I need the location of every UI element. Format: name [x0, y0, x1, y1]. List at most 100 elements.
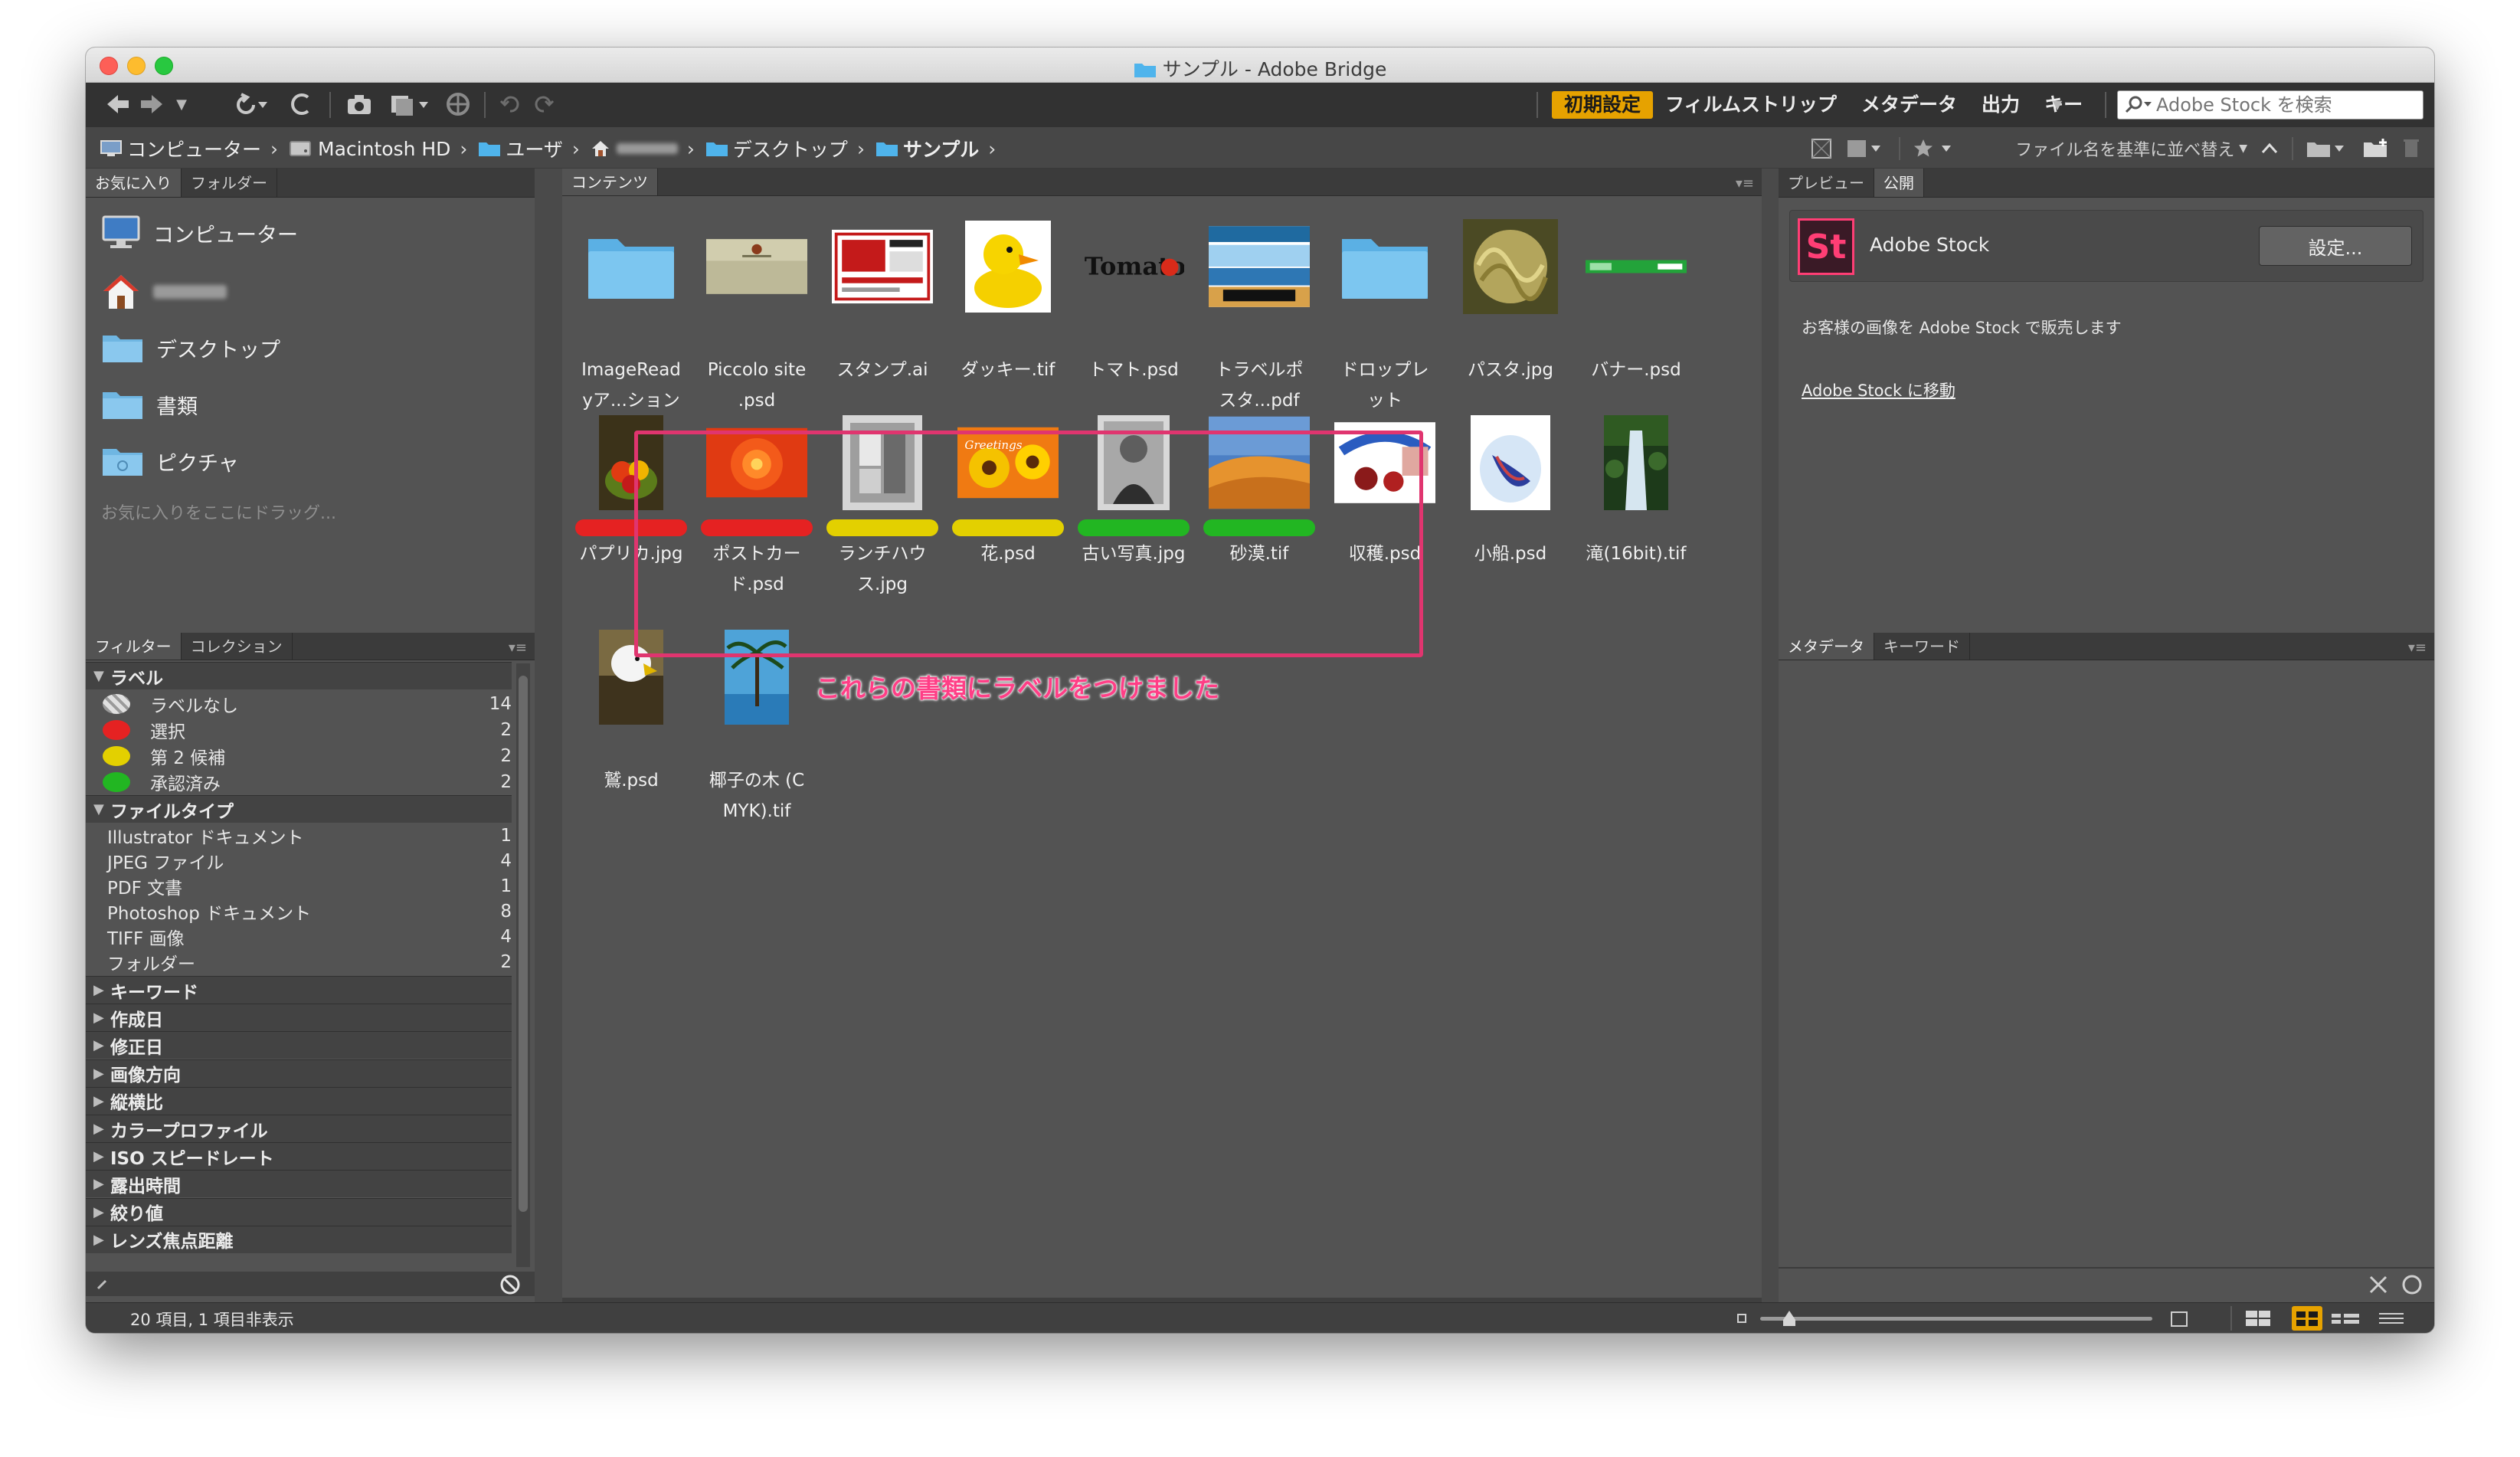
thumbnail-item[interactable]: ダッキー.tif — [945, 216, 1071, 408]
tab-favorites[interactable]: お気に入り — [86, 169, 182, 197]
open-recent-folder-icon[interactable] — [2306, 137, 2350, 160]
workspace-metadata[interactable]: メタデータ — [1849, 91, 1969, 119]
filter-group-collapsed[interactable]: ▶ 露出時間 — [86, 1170, 512, 1198]
thumbnail-item[interactable]: 滝(16bit).tif — [1573, 412, 1699, 604]
trash-icon[interactable] — [2402, 137, 2420, 160]
tab-content[interactable]: コンテンツ — [562, 169, 658, 195]
clear-filter-icon[interactable] — [499, 1274, 521, 1295]
rotate-icon[interactable] — [286, 90, 317, 118]
thumbnail-quality-icon[interactable] — [1845, 137, 1887, 160]
view-as-thumbnails-icon[interactable] — [2243, 1308, 2273, 1329]
favorite-pictures[interactable]: ピクチャ — [101, 444, 239, 478]
left-splitter[interactable] — [535, 169, 562, 1302]
view-as-list-icon[interactable] — [2329, 1308, 2362, 1329]
thumbnail-size-slider[interactable] — [1760, 1311, 2152, 1326]
filetype-filter-row[interactable]: JPEG ファイル 4 — [86, 848, 512, 874]
filter-group-collapsed[interactable]: ▶ レンズ焦点距離 — [86, 1225, 512, 1253]
close-icon[interactable] — [2367, 1273, 2390, 1296]
filter-group-collapsed[interactable]: ▶ ISO スピードレート — [86, 1142, 512, 1171]
tab-folders[interactable]: フォルダー — [182, 169, 277, 197]
panel-menu-icon[interactable]: ▾≡ — [1736, 175, 1754, 192]
filter-group-collapsed[interactable]: ▶ カラープロファイル — [86, 1115, 512, 1142]
filetype-filter-row[interactable]: PDF 文書 1 — [86, 873, 512, 899]
star-filter-icon[interactable] — [1913, 137, 1957, 160]
sort-chevron-icon[interactable]: ▼ — [2239, 142, 2247, 155]
right-splitter[interactable] — [1762, 169, 1779, 1302]
adobe-stock-link[interactable]: Adobe Stock に移動 — [1802, 378, 1955, 401]
tab-preview[interactable]: プレビュー — [1779, 169, 1874, 197]
recent-folders-icon[interactable] — [228, 90, 274, 118]
thumbnail-item[interactable]: パスタ.jpg — [1448, 216, 1573, 408]
filter-scrollbar[interactable] — [516, 663, 530, 1267]
label-filter-row[interactable]: 選択 2 — [86, 717, 512, 743]
stock-settings-button[interactable]: 設定... — [2259, 226, 2412, 266]
favorite-computer[interactable]: コンピューター — [101, 214, 298, 251]
breadcrumb-sample[interactable]: サンプル — [875, 135, 979, 162]
label-filter-row[interactable]: 第 2 候補 2 — [86, 743, 512, 769]
filetype-filter-row[interactable]: Photoshop ドキュメント 8 — [86, 899, 512, 925]
tab-collections[interactable]: コレクション — [182, 633, 293, 660]
thumbnail-item[interactable]: Tomato トマト.psd — [1071, 216, 1196, 408]
breadcrumb-desktop[interactable]: デスクトップ — [705, 135, 848, 162]
tab-filter[interactable]: フィルター — [86, 633, 182, 660]
undo-icon[interactable] — [495, 90, 525, 118]
workspace-essentials[interactable]: 初期設定 — [1552, 91, 1654, 119]
search-input[interactable] — [2155, 93, 2415, 116]
filter-group-collapsed[interactable]: ▶ 画像方向 — [86, 1059, 512, 1087]
filter-group-collapsed[interactable]: ▶ 作成日 — [86, 1004, 512, 1032]
thumbnail-item[interactable]: トラベルポ スタ...pdf — [1196, 216, 1322, 411]
filetype-filter-row[interactable]: フォルダー 2 — [86, 949, 512, 975]
filter-group-collapsed[interactable]: ▶ 修正日 — [86, 1031, 512, 1059]
panel-menu-icon[interactable]: ▾≡ — [2408, 640, 2427, 656]
circle-icon[interactable] — [2401, 1273, 2423, 1296]
refine-icon[interactable] — [385, 90, 438, 118]
breadcrumb-users[interactable]: ユーザ — [478, 135, 563, 162]
camera-import-icon[interactable] — [340, 90, 378, 118]
thumbnail-item[interactable]: ドロップレ ット — [1322, 216, 1448, 411]
filter-group-filetype[interactable]: ▼ ファイルタイプ — [86, 795, 512, 823]
filetype-filter-row[interactable]: TIFF 画像 4 — [86, 924, 512, 950]
workspace-menu-chevron-icon[interactable]: ▼ — [2050, 90, 2065, 118]
breadcrumb-macintosh-hd[interactable]: Macintosh HD — [289, 138, 450, 160]
thumbnail-item[interactable]: Piccolo site .psd — [694, 216, 820, 411]
favorite-desktop[interactable]: デスクトップ — [101, 331, 280, 365]
thumbnail-item[interactable]: ImageRead yア...ション — [568, 216, 694, 411]
label-filter-row[interactable]: 承認済み 2 — [86, 769, 512, 795]
sort-menu[interactable]: ファイル名を基準に並べ替え — [2015, 136, 2234, 161]
filter-group-collapsed[interactable]: ▶ キーワード — [86, 976, 512, 1004]
tab-publish[interactable]: 公開 — [1874, 169, 1924, 197]
filter-scrollbar-thumb[interactable] — [519, 676, 528, 1212]
sort-ascending-icon[interactable] — [2260, 139, 2279, 159]
workspace-filmstrip[interactable]: フィルムストリップ — [1653, 91, 1849, 119]
filetype-filter-row[interactable]: Illustrator ドキュメント 1 — [86, 823, 512, 849]
quality-icon[interactable] — [1810, 137, 1833, 160]
new-folder-icon[interactable] — [2362, 137, 2390, 160]
filter-group-collapsed[interactable]: ▶ 縦横比 — [86, 1086, 512, 1115]
forward-arrow-icon[interactable] — [136, 90, 167, 118]
back-arrow-icon[interactable] — [103, 90, 133, 118]
workspace-output[interactable]: 出力 — [1969, 91, 2032, 119]
redo-icon[interactable] — [529, 90, 559, 118]
filter-group-label[interactable]: ▼ ラベル — [86, 662, 512, 689]
panel-menu-icon[interactable]: ▾≡ — [509, 640, 527, 656]
large-thumbnail-icon[interactable] — [2169, 1309, 2189, 1329]
slider-thumb[interactable] — [1783, 1311, 1795, 1326]
view-list-compact-icon[interactable] — [2376, 1308, 2407, 1329]
label-filter-row[interactable]: ラベルなし 14 — [86, 691, 512, 717]
tab-metadata[interactable]: メタデータ — [1779, 633, 1874, 660]
view-as-details-button[interactable] — [2292, 1306, 2322, 1331]
thumbnail-item[interactable]: スタンプ.ai — [820, 216, 945, 408]
chevron-down-icon[interactable]: ▼ — [172, 90, 191, 118]
breadcrumb-home[interactable] — [591, 139, 678, 158]
adobe-stock-search[interactable] — [2117, 90, 2423, 120]
thumbnail-item[interactable]: 小船.psd — [1448, 412, 1573, 604]
filter-group-collapsed[interactable]: ▶ 絞り値 — [86, 1197, 512, 1226]
tab-keywords[interactable]: キーワード — [1874, 633, 1970, 660]
open-in-camera-raw-icon[interactable] — [443, 90, 473, 118]
breadcrumb-computer[interactable]: コンピューター — [100, 135, 261, 162]
favorite-home[interactable] — [101, 273, 227, 311]
pin-icon[interactable] — [93, 1275, 112, 1293]
thumbnail-item[interactable]: バナー.psd — [1573, 216, 1699, 408]
favorite-documents[interactable]: 書類 — [101, 388, 198, 421]
small-thumbnail-icon[interactable] — [1736, 1312, 1748, 1324]
